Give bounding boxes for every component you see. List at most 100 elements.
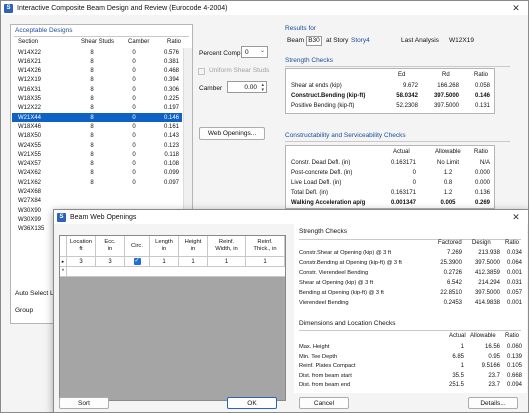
new-row[interactable] (67, 267, 285, 277)
table-cell: 0 (132, 96, 136, 102)
table-row[interactable]: W21X62 8 0 0.097 (12, 178, 182, 187)
table-cell: 0.306 (163, 86, 179, 93)
dialog-titlebar: S Beam Web Openings ✕ (54, 210, 528, 224)
dlg-strength-ratio: 0.031 (506, 280, 522, 286)
table-cell: 0 (132, 49, 136, 56)
grid-cell[interactable]: 1 (150, 257, 179, 267)
table-cell: 0.146 (163, 114, 179, 121)
table-row[interactable]: W24X55 8 0 0.123 (12, 141, 182, 150)
grid-cell[interactable]: ✓ (125, 257, 150, 267)
table-row[interactable]: W18X46 8 0 0.161 (12, 122, 182, 131)
dims-allowable: 0.95 (488, 353, 500, 360)
ok-button[interactable]: OK (227, 397, 277, 409)
strength-row-label: Construct.Bending (kip-ft) (291, 93, 366, 99)
table-cell: 8 (90, 58, 94, 65)
serv-row-label: Post-concrete Defl. (in) (291, 170, 353, 176)
serv-row-ratio: 0.269 (474, 200, 490, 206)
app-icon: S (57, 212, 66, 222)
grid-cell[interactable]: 1 (208, 257, 246, 267)
grid-column-header[interactable]: Length in (150, 236, 179, 257)
strength-row-ratio: 0.146 (474, 93, 490, 99)
table-cell: W24X57 (18, 161, 42, 168)
table-row[interactable]: W21X44 8 0 0.146 (12, 113, 182, 123)
table-cell: W30X90 (18, 207, 42, 214)
serv-row-actual: 0 (412, 170, 416, 176)
percent-comp-dropdown[interactable]: 0 ⌄ (241, 46, 268, 58)
table-row[interactable]: W24X62 8 0 0.099 (12, 169, 182, 178)
camber-value: 0.00 (244, 83, 257, 91)
grid-cell[interactable]: 3 (96, 257, 125, 267)
table-cell: 0.118 (164, 151, 179, 158)
table-cell: 0 (132, 77, 136, 84)
grid-column-header[interactable]: Ecc. in (96, 236, 125, 257)
beam-label: Beam (287, 37, 304, 44)
table-cell: 0.394 (163, 77, 179, 84)
beam-value[interactable]: B30 (306, 36, 322, 46)
table-row[interactable]: W16X31 8 0 0.306 (12, 85, 182, 94)
table-row[interactable]: W14X22 8 0 0.576 (12, 48, 182, 57)
last-analysis-value: W12X19 (449, 37, 474, 44)
dialog-title: Beam Web Openings (70, 213, 137, 221)
main-titlebar: S Interactive Composite Beam Design and … (1, 1, 528, 15)
table-row[interactable]: W27X84 (12, 197, 182, 206)
acceptable-designs-heading: Acceptable Designs (15, 27, 73, 34)
dlg-strength-ratio: 0.001 (506, 270, 522, 276)
at-story-label: at Story (326, 37, 349, 44)
dlg-strength-ratio: 0.057 (506, 290, 522, 296)
uniform-studs-checkbox[interactable] (198, 68, 205, 75)
sort-button[interactable]: Sort (59, 397, 109, 409)
dims-label: Dist. from beam start (299, 372, 352, 379)
table-cell: 0 (132, 161, 136, 168)
table-cell: 0.161 (163, 123, 179, 130)
grid-header-text: in (107, 246, 113, 252)
close-icon[interactable]: ✕ (506, 210, 526, 224)
close-icon[interactable]: ✕ (506, 1, 526, 15)
table-row[interactable]: W24X68 (12, 188, 182, 197)
main-title: Interactive Composite Beam Design and Re… (17, 4, 228, 12)
grid-column-header[interactable]: Reinf. Width, in (208, 236, 246, 257)
dims-actual: 1 (460, 344, 464, 350)
camber-spinner[interactable]: 0.00 ▴ ▾ (227, 81, 267, 93)
strength-row-rd: 397.5000 (433, 103, 459, 109)
dlg-strength-factored: 0.2726 (443, 270, 462, 276)
col-ratio: Ratio (474, 149, 489, 155)
table-row[interactable]: W16X21 8 0 0.381 (12, 57, 182, 66)
table-cell: W16X21 (18, 58, 42, 65)
grid-column-header[interactable]: Height in (179, 236, 208, 257)
grid-cell[interactable]: 1 (246, 257, 285, 267)
table-row[interactable]: W21X55 8 0 0.118 (12, 150, 182, 159)
dlg-strength-label: Constr.Shear at Opening (kip) @ 3 ft (299, 250, 392, 256)
table-cell: 0 (132, 179, 136, 186)
table-cell: 8 (90, 77, 94, 84)
grid-cell[interactable]: 3 (67, 257, 96, 267)
circular-checkbox[interactable]: ✓ (133, 258, 141, 265)
strength-checks-heading: Strength Checks (285, 57, 334, 64)
grid-column-header[interactable]: Location ft (67, 236, 96, 257)
grid-cell[interactable]: 1 (179, 257, 208, 267)
col-section: Section (18, 39, 39, 45)
grid-corner (60, 236, 67, 257)
table-row[interactable]: W12X19 8 0 0.394 (12, 76, 182, 85)
table-cell: W18X46 (18, 123, 42, 130)
grid-header-text: Reinf. (218, 239, 235, 245)
dims-actual: 1 (460, 363, 464, 369)
col-ratio: Ratio (505, 333, 520, 339)
grid-column-header[interactable]: Reinf. Thick., in (246, 236, 285, 257)
dims-allowable: 23.7 (488, 372, 500, 379)
table-row[interactable]: W18X50 8 0 0.143 (12, 132, 182, 141)
table-row[interactable]: W12X22 8 0 0.197 (12, 104, 182, 113)
strength-row-ed: 9.672 (402, 83, 418, 89)
table-row[interactable]: W14X26 8 0 0.468 (12, 67, 182, 76)
beam-web-openings-dialog: S Beam Web Openings ✕ Location ft Ecc. in Ci… (53, 209, 529, 413)
details-button[interactable]: Details... (468, 397, 518, 409)
grid-column-header[interactable]: Circ. (125, 236, 150, 257)
table-row[interactable]: W24X57 8 0 0.108 (12, 160, 182, 169)
dims-heading: Dimensions and Location Checks (299, 320, 396, 327)
table-row[interactable]: W18X35 8 0 0.225 (12, 95, 182, 104)
web-openings-button[interactable]: Web Openings... (199, 127, 265, 140)
table-cell: 8 (90, 86, 94, 93)
table-cell: W18X50 (18, 133, 42, 140)
grid-header-text: in (190, 246, 196, 252)
cancel-button[interactable]: Cancel (299, 397, 349, 409)
dlg-strength-factored: 22.8510 (440, 290, 462, 296)
